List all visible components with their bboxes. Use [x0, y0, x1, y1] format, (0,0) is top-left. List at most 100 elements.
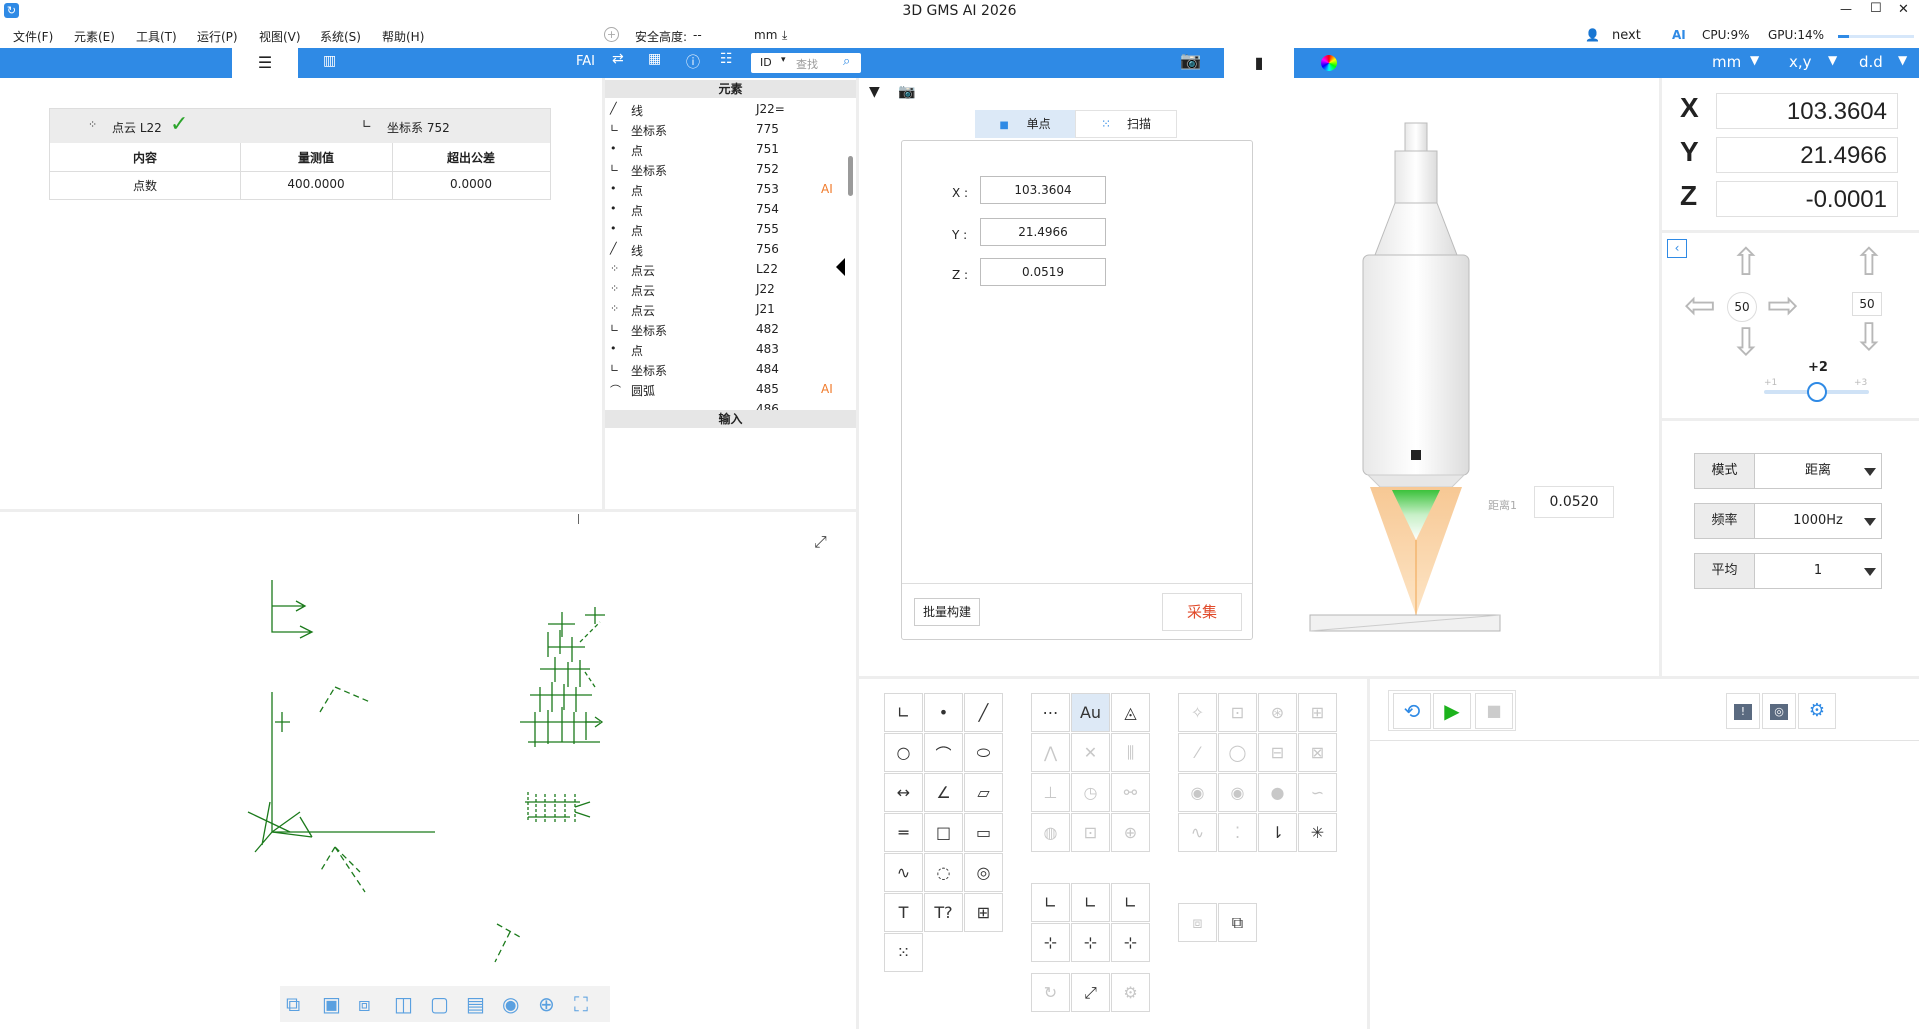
- download-icon[interactable]: ⤓: [782, 28, 787, 43]
- crosshair-tool-icon[interactable]: ⊕: [1111, 813, 1150, 852]
- xy-speed[interactable]: 50: [1727, 292, 1757, 322]
- angle-tool-icon[interactable]: ∠: [924, 773, 963, 812]
- dial-tool-icon[interactable]: ⊛: [1258, 693, 1297, 732]
- element-row[interactable]: • 点 755: [605, 220, 845, 240]
- x-field[interactable]: 103.3604: [980, 176, 1106, 204]
- cycle-tool-icon[interactable]: ◯: [1218, 733, 1257, 772]
- element-row[interactable]: ∟ 坐标系 482: [605, 320, 845, 340]
- line-tool-icon[interactable]: ╱: [964, 693, 1003, 732]
- splitter[interactable]: [1367, 678, 1370, 1029]
- info-icon[interactable]: ⓘ: [686, 52, 700, 72]
- step-slider-thumb[interactable]: [1806, 382, 1827, 402]
- point-cloud-tool-icon[interactable]: ⁙: [884, 933, 923, 972]
- frame-tool-icon[interactable]: ⊞: [1298, 693, 1337, 732]
- coord-system-tool-icon[interactable]: ∟: [884, 693, 923, 732]
- move-y-tool-icon[interactable]: ⊹: [1071, 923, 1110, 962]
- align-o-tool-icon[interactable]: ∟: [1111, 883, 1150, 922]
- element-row[interactable]: ∟ 坐标系 484: [605, 360, 845, 380]
- image-compare-tool-icon[interactable]: ⧈: [1178, 903, 1217, 942]
- rotate-tool-icon[interactable]: ↻: [1031, 973, 1070, 1012]
- fai-label[interactable]: FAI: [576, 54, 595, 69]
- filter-settings-button[interactable]: ⚙: [1798, 693, 1836, 729]
- jog-up-icon[interactable]: ⇧: [1730, 240, 1762, 284]
- view-fit-icon[interactable]: ⛶: [574, 992, 588, 1016]
- collapse-arrow-icon[interactable]: [836, 258, 845, 276]
- element-row[interactable]: • 点 751: [605, 140, 845, 160]
- move-x-tool-icon[interactable]: ⊹: [1031, 923, 1070, 962]
- curve-ref-tool-icon[interactable]: ∽: [1298, 773, 1337, 812]
- gauge-tool-icon[interactable]: ◷: [1071, 773, 1110, 812]
- grid-icon[interactable]: ▦: [648, 51, 661, 67]
- jog-right-icon[interactable]: ⇨: [1767, 283, 1799, 327]
- parallel-tool-icon[interactable]: ═: [884, 813, 923, 852]
- photo-tool-icon[interactable]: ⊟: [1258, 733, 1297, 772]
- sq-chart-tool-icon[interactable]: ⊠: [1298, 733, 1337, 772]
- splitter[interactable]: [856, 78, 859, 1029]
- cross-axis-tool-icon[interactable]: ✳: [1298, 813, 1337, 852]
- ring-tool-icon[interactable]: ◎: [964, 853, 1003, 892]
- average-select[interactable]: 1: [1754, 553, 1882, 589]
- element-row[interactable]: ╱ 线 J22=: [605, 100, 845, 120]
- image-map-tool-icon[interactable]: ⧉: [1218, 903, 1257, 942]
- axis-tool-icon[interactable]: ⇂: [1258, 813, 1297, 852]
- triangle-circle-tool-icon[interactable]: ◬: [1111, 693, 1150, 732]
- frequency-dropdown-icon[interactable]: [1864, 518, 1876, 526]
- menu-system[interactable]: 系统(S): [320, 28, 361, 45]
- menu-run[interactable]: 运行(P): [197, 28, 238, 45]
- text-tool-icon[interactable]: T: [884, 893, 923, 932]
- element-row[interactable]: • 点 483: [605, 340, 845, 360]
- symmetry-tool-icon[interactable]: ⫼: [1111, 733, 1150, 772]
- align-s-tool-icon[interactable]: ∟: [1071, 883, 1110, 922]
- dots-ref-tool-icon[interactable]: ⁚: [1218, 813, 1257, 852]
- box-tool-icon[interactable]: ⊡: [1071, 813, 1110, 852]
- menu-tools[interactable]: 工具(T): [136, 28, 177, 45]
- rectangle-tool-icon[interactable]: □: [924, 813, 963, 852]
- splitter[interactable]: [1661, 230, 1919, 233]
- camera-icon[interactable]: 📷: [1180, 51, 1201, 71]
- element-row[interactable]: ⁘ 点云 L22: [605, 260, 845, 280]
- move-z-tool-icon[interactable]: ⊹: [1111, 923, 1150, 962]
- ring-ref-tool-icon[interactable]: ◉: [1178, 773, 1217, 812]
- transform-tool-icon[interactable]: ⤢: [1071, 973, 1110, 1012]
- curve-tool-icon[interactable]: ∿: [884, 853, 923, 892]
- menu-file[interactable]: 文件(F): [13, 28, 53, 45]
- menu-element[interactable]: 元素(E): [74, 28, 115, 45]
- ellipse-tool-icon[interactable]: ⬭: [964, 733, 1003, 772]
- z-field[interactable]: 0.0519: [980, 258, 1106, 286]
- element-row[interactable]: ╱ 线 756: [605, 240, 845, 260]
- plane-tool-icon[interactable]: ▱: [964, 773, 1003, 812]
- view-comment-icon[interactable]: ▤: [466, 992, 485, 1016]
- list-icon[interactable]: ☷: [720, 51, 733, 67]
- blob-tool-icon[interactable]: ◌: [924, 853, 963, 892]
- element-row[interactable]: ∟ 坐标系 775: [605, 120, 845, 140]
- menu-view[interactable]: 视图(V): [259, 28, 301, 45]
- view-zoom-icon[interactable]: ⊕: [538, 992, 555, 1016]
- filter-icon[interactable]: ▼: [869, 84, 880, 100]
- maximize-button[interactable]: ☐: [1870, 1, 1882, 16]
- element-row[interactable]: • 点 754: [605, 200, 845, 220]
- view-iso-icon[interactable]: ⧉: [286, 992, 300, 1016]
- wave-tool-icon[interactable]: ∿: [1178, 813, 1217, 852]
- element-row[interactable]: ⁘ 点云 J21: [605, 300, 845, 320]
- z-down-icon[interactable]: ⇩: [1853, 315, 1885, 359]
- blob-ref-tool-icon[interactable]: ●: [1258, 773, 1297, 812]
- peak-tool-icon[interactable]: ⋀: [1031, 733, 1070, 772]
- splitter[interactable]: [1661, 418, 1919, 421]
- search-box[interactable]: ID ▾ 查找 ⌕: [751, 53, 861, 73]
- spot-tool-icon[interactable]: ✧: [1178, 693, 1217, 732]
- snapshot-icon[interactable]: 📷: [898, 84, 915, 100]
- circle-tool-icon[interactable]: ○: [884, 733, 923, 772]
- unit-select[interactable]: mm: [1712, 53, 1741, 71]
- element-row[interactable]: ⁘ 点云 J22: [605, 280, 845, 300]
- mode-select[interactable]: 距离: [1754, 453, 1882, 489]
- link-tool-icon[interactable]: ⚯: [1111, 773, 1150, 812]
- view-plane-icon[interactable]: ▢: [430, 992, 449, 1016]
- menu-help[interactable]: 帮助(H): [382, 28, 424, 45]
- tab-probe[interactable]: ▮: [1224, 48, 1294, 78]
- search-icon[interactable]: ⌕: [843, 54, 850, 69]
- dots-tool-icon[interactable]: ⋯: [1031, 693, 1070, 732]
- z-speed[interactable]: 50: [1852, 292, 1882, 316]
- splitter[interactable]: [858, 676, 1919, 679]
- ocr-tool-icon[interactable]: T?: [924, 893, 963, 932]
- settings-button[interactable]: ◎: [1762, 693, 1796, 729]
